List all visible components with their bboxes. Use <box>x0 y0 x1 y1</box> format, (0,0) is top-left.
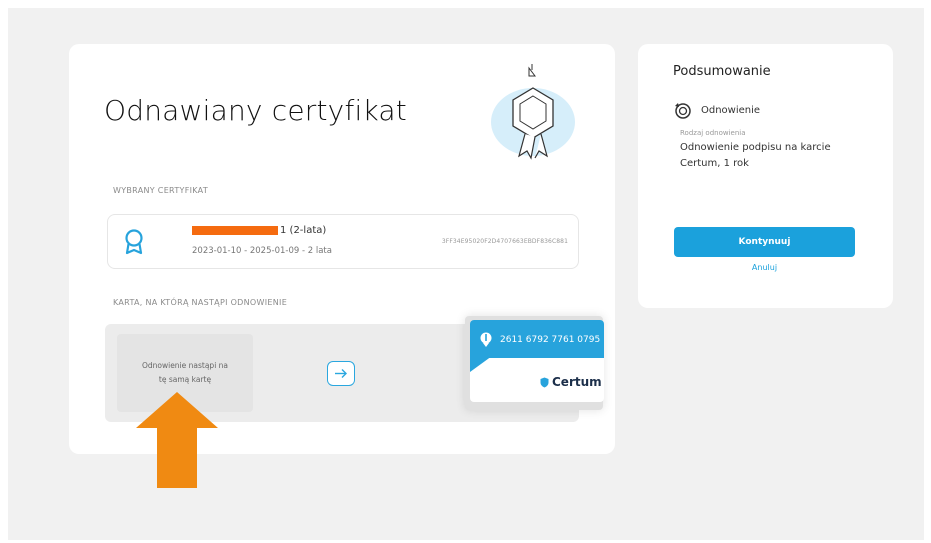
selected-certificate-label: WYBRANY CERTYFIKAT <box>113 186 209 195</box>
smart-card: 2611 6792 7761 0795 Certum <box>470 320 604 402</box>
card-number: 2611 6792 7761 0795 <box>500 335 601 345</box>
same-card-text-line1: Odnowienie nastąpi na <box>141 361 229 370</box>
pen-nib-icon <box>480 332 492 347</box>
certificate-hash: 3FF34E95020F2D4707663EBDF836C881 <box>441 238 568 245</box>
renewal-label: Odnowienie <box>701 105 761 116</box>
renew-icon <box>675 103 691 119</box>
card-brand: Certum <box>552 375 602 389</box>
certificate-dates: 2023-01-10 - 2025-01-09 - 2 lata <box>192 246 332 256</box>
page-title: Odnawiany certyfikat <box>104 94 407 127</box>
shield-icon <box>540 377 549 387</box>
target-card-label: KARTA, NA KTÓRĄ NASTĄPI ODNOWIENIE <box>113 298 288 307</box>
arrow-right-icon <box>335 369 347 378</box>
cancel-link[interactable]: Anuluj <box>674 263 855 272</box>
arrow-up-annotation-icon <box>136 392 218 488</box>
certificate-ribbon-icon <box>125 229 143 255</box>
arrow-right-button[interactable] <box>327 361 355 386</box>
renewal-type-label: Rodzaj odnowienia <box>680 129 746 137</box>
continue-button[interactable]: Kontynuuj <box>674 227 855 257</box>
renewal-type-value: Odnowienie podpisu na karcie Certum, 1 r… <box>680 142 831 169</box>
certificate-name: 1 (2-lata) <box>192 225 326 236</box>
selected-certificate[interactable]: 1 (2-lata) 2023-01-10 - 2025-01-09 - 2 l… <box>107 214 579 269</box>
certificate-badge-illustration-icon <box>491 64 575 160</box>
certificate-name-suffix: 1 (2-lata) <box>280 225 327 236</box>
certum-logo: Certum <box>540 375 602 389</box>
summary-panel: Podsumowanie Odnowienie Rodzaj odnowieni… <box>638 44 893 308</box>
summary-title: Podsumowanie <box>673 64 771 79</box>
redaction-bar <box>192 226 278 235</box>
card-wedge <box>470 356 492 372</box>
same-card-text-line2: tę samą kartę <box>158 375 212 384</box>
same-card-text: Odnowienie nastąpi na tę samą kartę <box>117 359 253 387</box>
smart-card-visual: 2611 6792 7761 0795 Certum <box>465 316 604 410</box>
